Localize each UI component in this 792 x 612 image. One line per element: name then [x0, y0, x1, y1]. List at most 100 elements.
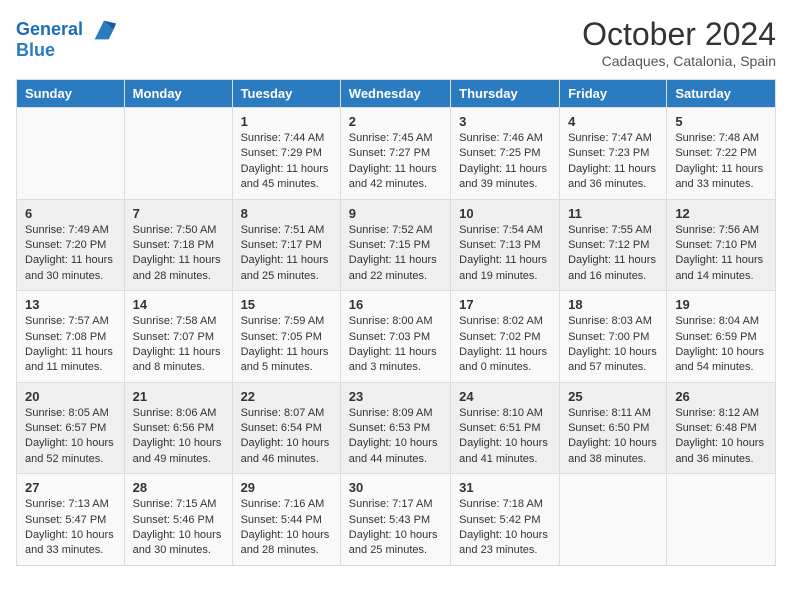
day-of-week-header: Friday — [560, 80, 667, 108]
calendar-cell: 25 Sunrise: 8:11 AM Sunset: 6:50 PM Dayli… — [560, 382, 667, 474]
day-info: Sunrise: 7:52 AM Sunset: 7:15 PM Dayligh… — [349, 223, 442, 285]
calendar-cell: 20Sunrise: 8:05 AM Sunset: 6:57 PM Dayli… — [17, 382, 125, 474]
calendar-cell — [124, 108, 232, 200]
day-number: 8 — [241, 206, 332, 221]
calendar-cell: 24Sunrise: 8:10 AM Sunset: 6:51 PM Dayli… — [451, 382, 560, 474]
calendar-cell: 21 Sunrise: 8:06 AM Sunset: 6:56 PM Dayli… — [124, 382, 232, 474]
day-info: Sunrise: 7:15 AM Sunset: 5:46 PM Dayligh… — [133, 497, 224, 559]
calendar-cell: 3Sunrise: 7:46 AM Sunset: 7:25 PM Daylig… — [451, 108, 560, 200]
day-number: 4 — [568, 114, 658, 129]
calendar-week-row: 13 Sunrise: 7:57 AM Sunset: 7:08 PM Dayli… — [17, 291, 776, 383]
day-of-week-header: Sunday — [17, 80, 125, 108]
day-info: Sunrise: 8:09 AM Sunset: 6:53 PM Dayligh… — [349, 406, 442, 468]
day-number: 12 — [675, 206, 767, 221]
day-info: Sunrise: 7:16 AM Sunset: 5:44 PM Dayligh… — [241, 497, 332, 559]
day-info: Sunrise: 7:54 AM Sunset: 7:13 PM Dayligh… — [459, 223, 551, 285]
day-number: 24 — [459, 389, 551, 404]
day-number: 30 — [349, 480, 442, 495]
day-number: 18 — [568, 297, 658, 312]
day-number: 13 — [25, 297, 116, 312]
calendar-week-row: 20Sunrise: 8:05 AM Sunset: 6:57 PM Dayli… — [17, 382, 776, 474]
day-number: 31 — [459, 480, 551, 495]
day-info: Sunrise: 7:50 AM Sunset: 7:18 PM Dayligh… — [133, 223, 224, 285]
day-number: 26 — [675, 389, 767, 404]
calendar-cell: 17Sunrise: 8:02 AM Sunset: 7:02 PM Dayli… — [451, 291, 560, 383]
day-info: Sunrise: 8:07 AM Sunset: 6:54 PM Dayligh… — [241, 406, 332, 468]
calendar-cell: 6 Sunrise: 7:49 AM Sunset: 7:20 PM Daylig… — [17, 199, 125, 291]
calendar-cell: 11 Sunrise: 7:55 AM Sunset: 7:12 PM Dayli… — [560, 199, 667, 291]
calendar-cell: 7 Sunrise: 7:50 AM Sunset: 7:18 PM Daylig… — [124, 199, 232, 291]
day-number: 6 — [25, 206, 116, 221]
calendar-table: SundayMondayTuesdayWednesdayThursdayFrid… — [16, 79, 776, 566]
day-info: Sunrise: 7:47 AM Sunset: 7:23 PM Dayligh… — [568, 131, 658, 193]
day-info: Sunrise: 8:00 AM Sunset: 7:03 PM Dayligh… — [349, 314, 442, 376]
day-info: Sunrise: 8:04 AM Sunset: 6:59 PM Dayligh… — [675, 314, 767, 376]
day-number: 11 — [568, 206, 658, 221]
calendar-cell: 22 Sunrise: 8:07 AM Sunset: 6:54 PM Dayli… — [232, 382, 340, 474]
calendar-cell: 19 Sunrise: 8:04 AM Sunset: 6:59 PM Dayli… — [667, 291, 776, 383]
calendar-cell: 13 Sunrise: 7:57 AM Sunset: 7:08 PM Dayli… — [17, 291, 125, 383]
calendar-cell: 30 Sunrise: 7:17 AM Sunset: 5:43 PM Dayli… — [340, 474, 450, 566]
day-info: Sunrise: 7:48 AM Sunset: 7:22 PM Dayligh… — [675, 131, 767, 193]
calendar-cell — [667, 474, 776, 566]
day-of-week-header: Monday — [124, 80, 232, 108]
title-block: October 2024 Cadaques, Catalonia, Spain — [582, 16, 776, 69]
calendar-cell: 12 Sunrise: 7:56 AM Sunset: 7:10 PM Dayli… — [667, 199, 776, 291]
calendar-cell: 1 Sunrise: 7:44 AM Sunset: 7:29 PM Daylig… — [232, 108, 340, 200]
day-number: 2 — [349, 114, 442, 129]
day-number: 22 — [241, 389, 332, 404]
day-info: Sunrise: 8:12 AM Sunset: 6:48 PM Dayligh… — [675, 406, 767, 468]
day-number: 5 — [675, 114, 767, 129]
calendar-cell: 18 Sunrise: 8:03 AM Sunset: 7:00 PM Dayli… — [560, 291, 667, 383]
day-number: 1 — [241, 114, 332, 129]
day-number: 7 — [133, 206, 224, 221]
day-info: Sunrise: 7:17 AM Sunset: 5:43 PM Dayligh… — [349, 497, 442, 559]
day-info: Sunrise: 7:59 AM Sunset: 7:05 PM Dayligh… — [241, 314, 332, 376]
day-info: Sunrise: 7:55 AM Sunset: 7:12 PM Dayligh… — [568, 223, 658, 285]
day-info: Sunrise: 7:57 AM Sunset: 7:08 PM Dayligh… — [25, 314, 116, 376]
day-number: 16 — [349, 297, 442, 312]
calendar-cell: 8Sunrise: 7:51 AM Sunset: 7:17 PM Daylig… — [232, 199, 340, 291]
calendar-cell: 26 Sunrise: 8:12 AM Sunset: 6:48 PM Dayli… — [667, 382, 776, 474]
calendar-week-row: 27Sunrise: 7:13 AM Sunset: 5:47 PM Dayli… — [17, 474, 776, 566]
day-number: 9 — [349, 206, 442, 221]
day-info: Sunrise: 7:58 AM Sunset: 7:07 PM Dayligh… — [133, 314, 224, 376]
calendar-cell: 5 Sunrise: 7:48 AM Sunset: 7:22 PM Daylig… — [667, 108, 776, 200]
day-number: 10 — [459, 206, 551, 221]
day-info: Sunrise: 8:06 AM Sunset: 6:56 PM Dayligh… — [133, 406, 224, 468]
calendar-body: 1 Sunrise: 7:44 AM Sunset: 7:29 PM Daylig… — [17, 108, 776, 566]
day-number: 21 — [133, 389, 224, 404]
calendar-cell: 15Sunrise: 7:59 AM Sunset: 7:05 PM Dayli… — [232, 291, 340, 383]
calendar-cell: 29 Sunrise: 7:16 AM Sunset: 5:44 PM Dayli… — [232, 474, 340, 566]
day-number: 29 — [241, 480, 332, 495]
day-number: 17 — [459, 297, 551, 312]
day-info: Sunrise: 7:44 AM Sunset: 7:29 PM Dayligh… — [241, 131, 332, 193]
calendar-week-row: 6 Sunrise: 7:49 AM Sunset: 7:20 PM Daylig… — [17, 199, 776, 291]
calendar-cell: 9 Sunrise: 7:52 AM Sunset: 7:15 PM Daylig… — [340, 199, 450, 291]
calendar-cell: 16 Sunrise: 8:00 AM Sunset: 7:03 PM Dayli… — [340, 291, 450, 383]
location-subtitle: Cadaques, Catalonia, Spain — [582, 53, 776, 69]
calendar-cell: 2 Sunrise: 7:45 AM Sunset: 7:27 PM Daylig… — [340, 108, 450, 200]
day-info: Sunrise: 8:11 AM Sunset: 6:50 PM Dayligh… — [568, 406, 658, 468]
day-info: Sunrise: 8:05 AM Sunset: 6:57 PM Dayligh… — [25, 406, 116, 468]
calendar-cell — [17, 108, 125, 200]
calendar-cell: 23Sunrise: 8:09 AM Sunset: 6:53 PM Dayli… — [340, 382, 450, 474]
day-info: Sunrise: 8:03 AM Sunset: 7:00 PM Dayligh… — [568, 314, 658, 376]
calendar-cell: 31Sunrise: 7:18 AM Sunset: 5:42 PM Dayli… — [451, 474, 560, 566]
day-of-week-header: Thursday — [451, 80, 560, 108]
day-number: 25 — [568, 389, 658, 404]
day-info: Sunrise: 7:45 AM Sunset: 7:27 PM Dayligh… — [349, 131, 442, 193]
logo: General Blue — [16, 16, 118, 61]
day-of-week-header: Saturday — [667, 80, 776, 108]
calendar-cell: 28Sunrise: 7:15 AM Sunset: 5:46 PM Dayli… — [124, 474, 232, 566]
day-number: 19 — [675, 297, 767, 312]
day-of-week-header: Tuesday — [232, 80, 340, 108]
day-info: Sunrise: 7:56 AM Sunset: 7:10 PM Dayligh… — [675, 223, 767, 285]
month-title: October 2024 — [582, 16, 776, 53]
calendar-cell: 14 Sunrise: 7:58 AM Sunset: 7:07 PM Dayli… — [124, 291, 232, 383]
day-number: 14 — [133, 297, 224, 312]
day-info: Sunrise: 7:49 AM Sunset: 7:20 PM Dayligh… — [25, 223, 116, 285]
day-of-week-header: Wednesday — [340, 80, 450, 108]
calendar-cell: 10 Sunrise: 7:54 AM Sunset: 7:13 PM Dayli… — [451, 199, 560, 291]
day-number: 3 — [459, 114, 551, 129]
